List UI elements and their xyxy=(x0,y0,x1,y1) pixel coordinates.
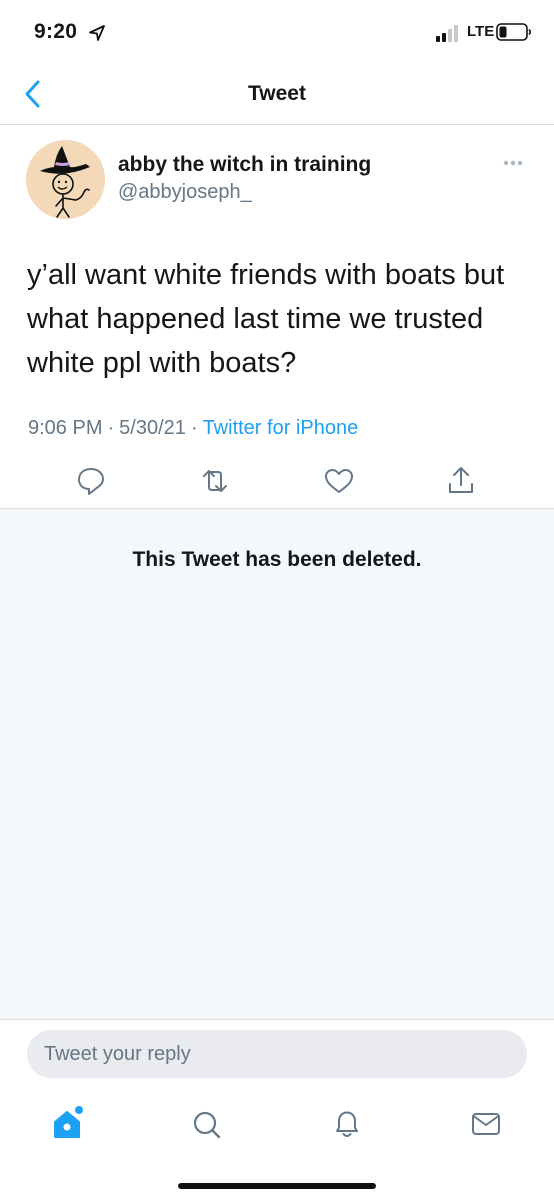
reply-button[interactable] xyxy=(71,463,111,499)
avatar[interactable] xyxy=(26,140,105,219)
notifications-icon xyxy=(336,1111,358,1137)
tweet-detail-screen: 9:20 LTE Tweet abby the witch in trainin… xyxy=(0,0,554,1200)
tweet-actions xyxy=(0,463,554,503)
tweet-meta: 9:06 PM · 5/30/21 · Twitter for iPhone xyxy=(28,417,358,440)
retweet-button[interactable] xyxy=(195,463,235,499)
like-button[interactable] xyxy=(319,463,359,499)
user-handle[interactable]: @abbyjoseph_ xyxy=(118,181,252,204)
avatar-image xyxy=(26,140,105,219)
status-time: 9:20 xyxy=(34,20,78,43)
tab-bar xyxy=(0,1090,554,1160)
network-type: LTE xyxy=(467,23,495,40)
home-indicator[interactable] xyxy=(178,1183,376,1189)
tweet-time: 9:06 PM xyxy=(28,417,103,439)
more-horizontal-icon xyxy=(503,160,523,166)
battery-icon xyxy=(496,23,532,41)
tab-notifications[interactable] xyxy=(327,1104,367,1144)
search-icon xyxy=(193,1111,221,1139)
home-icon xyxy=(54,1106,83,1138)
tab-home[interactable] xyxy=(48,1104,88,1144)
tab-search[interactable] xyxy=(187,1104,227,1144)
signal-bars-icon xyxy=(436,25,458,42)
messages-icon xyxy=(472,1113,500,1135)
share-icon xyxy=(449,467,473,493)
tweet-text: y’all want white friends with boats but … xyxy=(27,259,505,379)
replies-area: This Tweet has been deleted. xyxy=(0,508,554,1020)
retweet-icon xyxy=(203,470,227,492)
tweet: abby the witch in training @abbyjoseph_ … xyxy=(0,125,554,508)
reply-placeholder: Tweet your reply xyxy=(44,1043,191,1065)
page-title: Tweet xyxy=(248,82,306,105)
tweet-date: 5/30/21 xyxy=(119,417,186,439)
tab-messages[interactable] xyxy=(466,1104,506,1144)
share-button[interactable] xyxy=(441,463,481,499)
status-bar: 9:20 LTE xyxy=(0,0,554,66)
meta-separator: · xyxy=(190,417,198,439)
display-name[interactable]: abby the witch in training xyxy=(118,153,371,177)
reply-icon xyxy=(78,468,104,495)
deleted-tweet-notice: This Tweet has been deleted. xyxy=(132,548,422,571)
meta-separator: · xyxy=(107,417,115,439)
tweet-source-link[interactable]: Twitter for iPhone xyxy=(203,417,359,439)
like-icon xyxy=(325,469,353,493)
location-arrow-icon xyxy=(89,25,105,41)
nav-bar: Tweet xyxy=(0,66,554,125)
reply-input[interactable]: Tweet your reply xyxy=(27,1030,527,1078)
more-options-button[interactable] xyxy=(498,153,528,173)
